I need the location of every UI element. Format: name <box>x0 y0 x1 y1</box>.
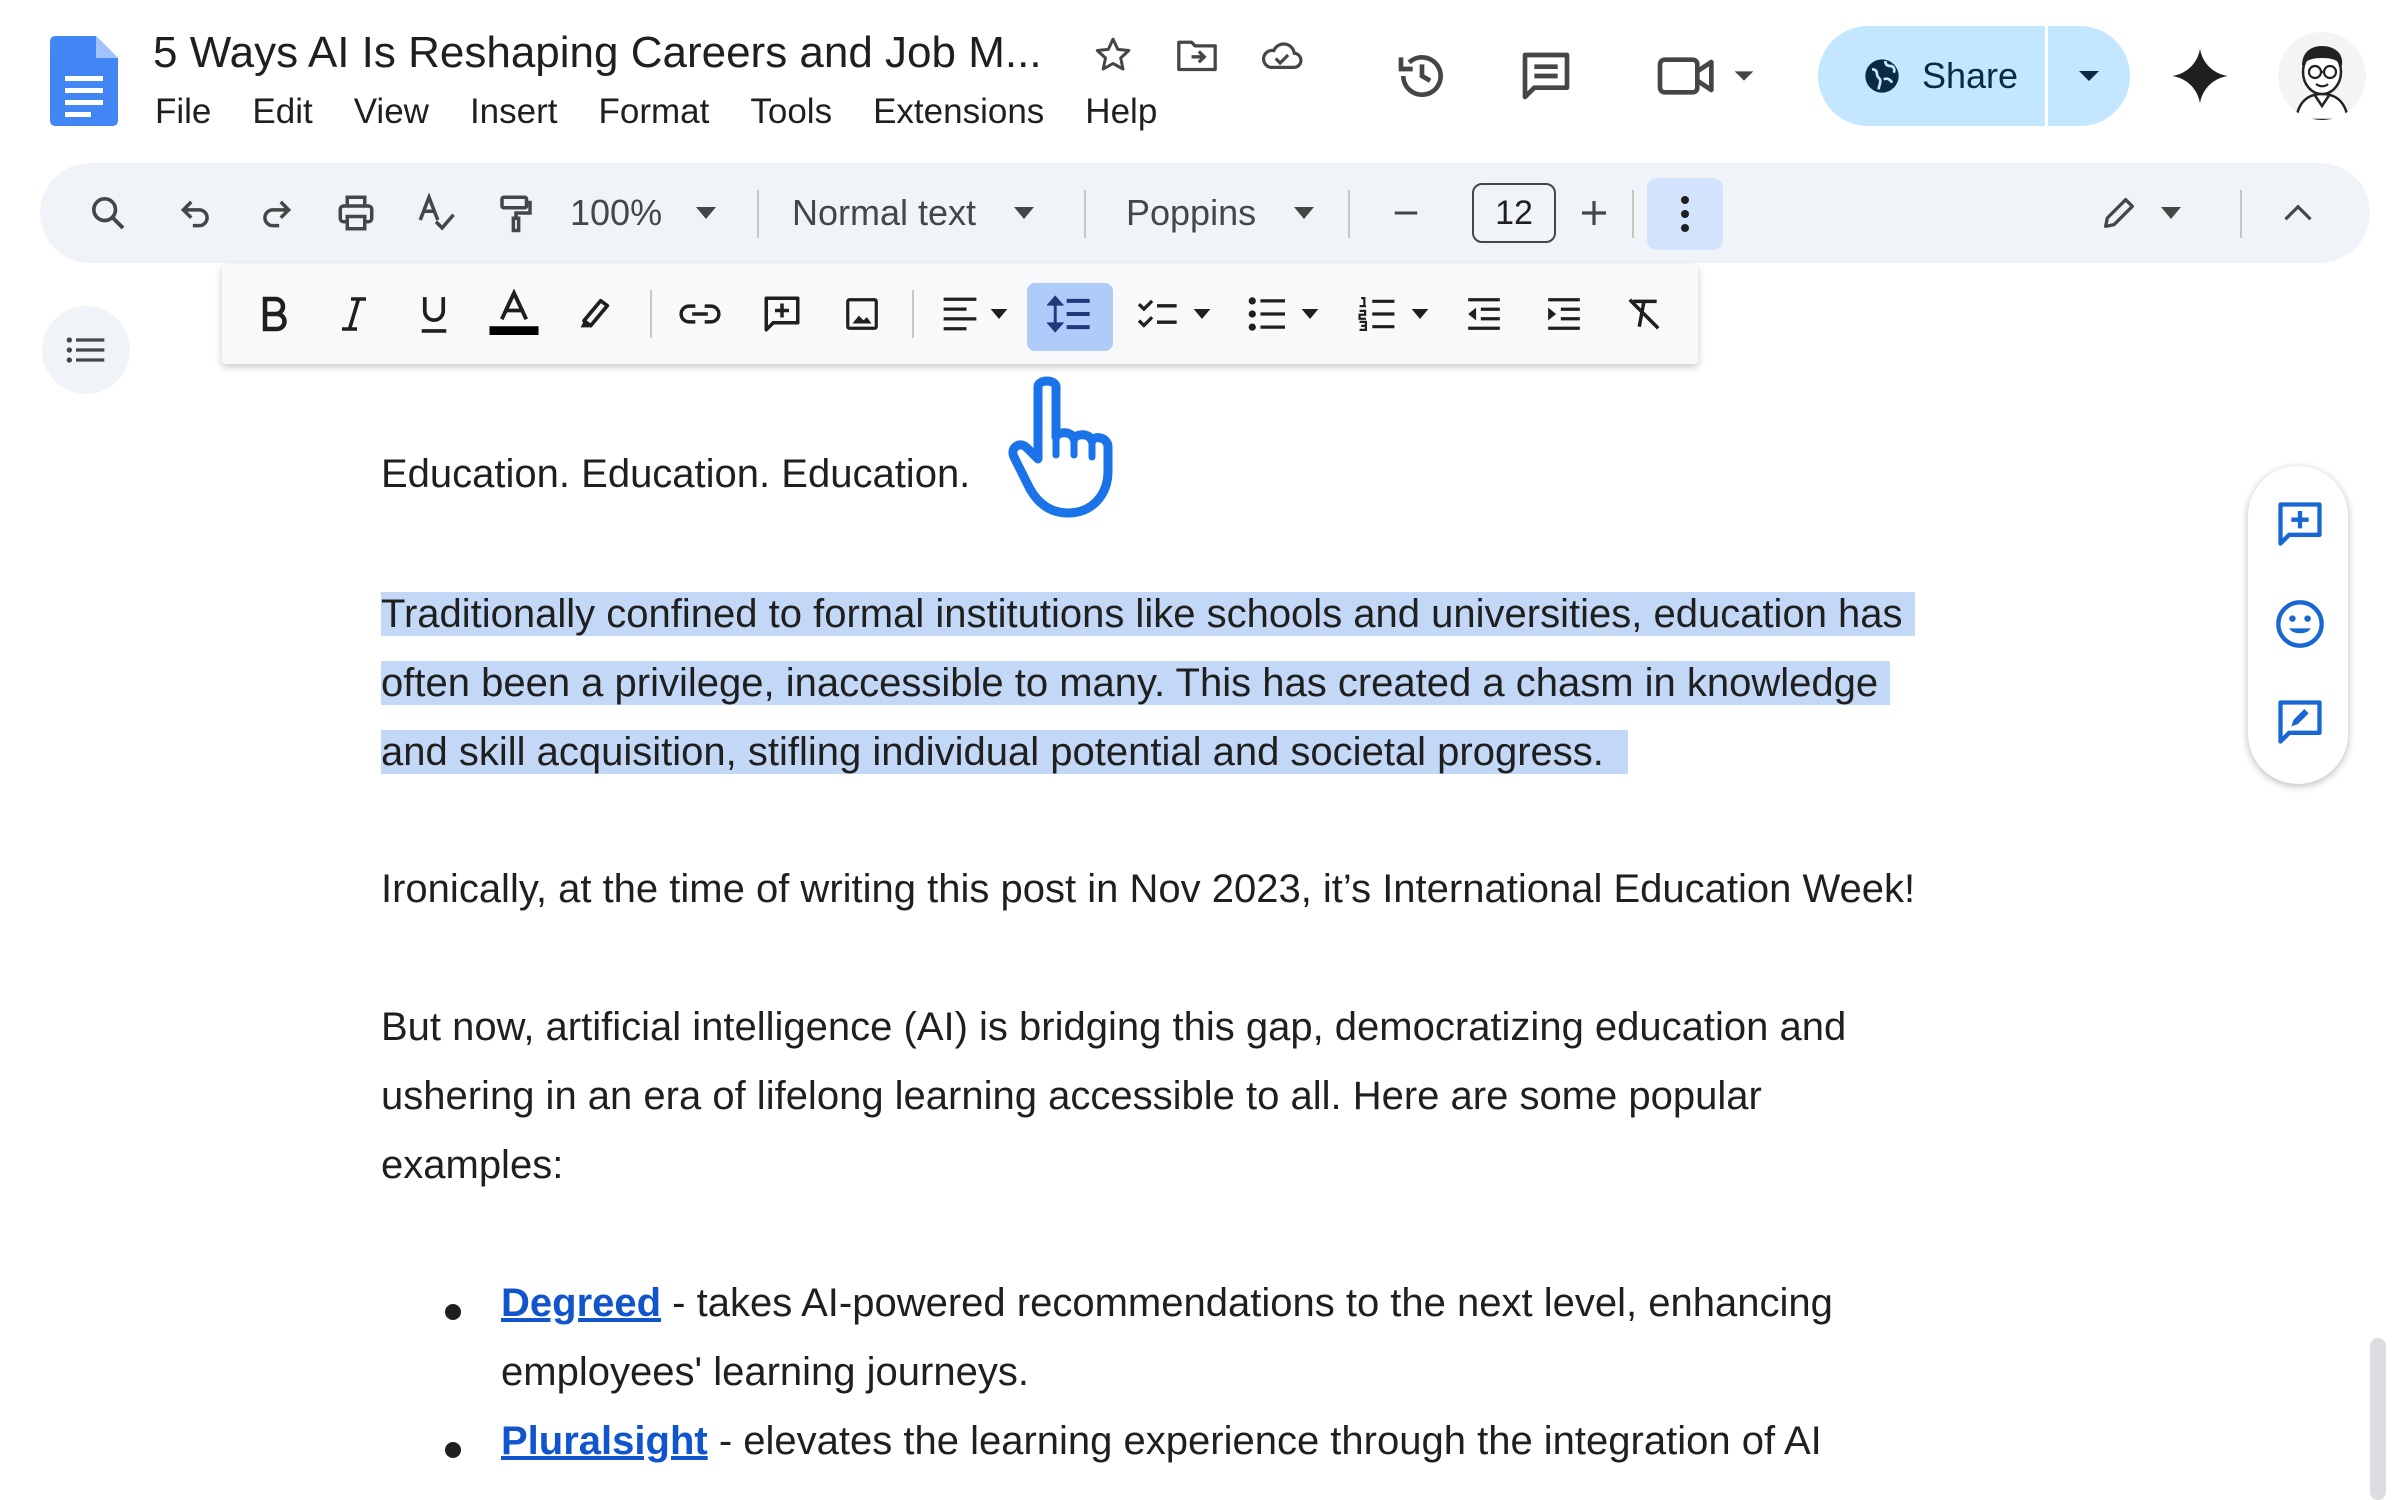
align-icon[interactable] <box>934 264 1014 364</box>
selected-paragraph: Traditionally confined to formal institu… <box>381 580 1915 787</box>
add-comment-icon[interactable] <box>756 264 808 364</box>
clear-formatting-icon[interactable] <box>1618 264 1670 364</box>
list-item-text: - elevates the learning experience throu… <box>707 1419 1822 1463</box>
chevron-down-icon <box>1014 207 1035 219</box>
meet-video-icon[interactable] <box>1654 46 1764 106</box>
bold-icon[interactable] <box>248 264 300 364</box>
font-select[interactable]: Poppins <box>1126 163 1356 263</box>
decrease-font-size-icon[interactable] <box>1380 163 1432 263</box>
globe-icon <box>1865 59 1899 93</box>
link-pluralsight[interactable]: Pluralsight <box>501 1419 708 1463</box>
suggest-edits-icon[interactable] <box>2274 696 2326 748</box>
paragraph-style-value: Normal text <box>792 192 977 233</box>
vertical-scrollbar-thumb[interactable] <box>2370 1338 2386 1500</box>
paint-format-icon[interactable] <box>490 163 542 263</box>
decrease-indent-icon[interactable] <box>1458 264 1510 364</box>
undo-icon[interactable] <box>170 163 222 263</box>
format-toolbar <box>222 264 1698 364</box>
chevron-down-icon <box>2161 207 2181 219</box>
share-label: Share <box>1922 55 2019 96</box>
more-options-icon[interactable] <box>1647 178 1723 250</box>
paragraph-line: Ironically, at the time of writing this … <box>381 867 1916 911</box>
highlight-icon[interactable] <box>568 264 620 364</box>
insert-image-icon[interactable] <box>836 264 888 364</box>
increase-font-size-icon[interactable] <box>1568 163 1620 263</box>
add-comment-side-icon[interactable] <box>2274 498 2326 550</box>
share-button[interactable]: Share <box>1818 26 2130 126</box>
list-item-text: employees' learning journeys. <box>501 1350 1029 1394</box>
document-title[interactable]: 5 Ways AI Is Reshaping Careers and Job M… <box>153 28 1042 78</box>
bulleted-list-icon[interactable] <box>1238 264 1328 364</box>
list-item: Pluralsight - elevates the learning expe… <box>501 1407 1822 1476</box>
spellcheck-icon[interactable] <box>410 163 462 263</box>
selected-line: often been a privilege, inaccessible to … <box>381 661 1891 705</box>
chevron-down-icon <box>1294 207 1315 219</box>
chevron-down-icon <box>990 309 1008 319</box>
numbered-list-icon[interactable] <box>1348 264 1438 364</box>
line-spacing-icon[interactable] <box>1044 264 1096 364</box>
text-color-icon[interactable] <box>484 264 544 364</box>
editing-mode-icon[interactable] <box>2090 163 2190 263</box>
print-icon[interactable] <box>330 163 382 263</box>
paragraph-line: But now, artificial intelligence (AI) is… <box>381 1005 1847 1049</box>
main-toolbar: 100% Normal text Poppins 12 <box>40 163 2370 263</box>
underline-icon[interactable] <box>408 264 460 364</box>
menu-tools[interactable]: Tools <box>750 92 832 132</box>
increase-indent-icon[interactable] <box>1538 264 1590 364</box>
italic-icon[interactable] <box>328 264 380 364</box>
menu-view[interactable]: View <box>354 92 429 132</box>
link-degreed[interactable]: Degreed <box>501 1281 661 1325</box>
font-size-input[interactable]: 12 <box>1472 183 1556 243</box>
redo-icon[interactable] <box>250 163 302 263</box>
outline-list-icon <box>66 337 105 363</box>
gemini-spark-icon[interactable] <box>2168 44 2232 108</box>
share-dropdown-icon[interactable] <box>2048 26 2130 126</box>
insert-link-icon[interactable] <box>674 264 726 364</box>
chevron-down-icon <box>696 207 717 219</box>
emoji-reaction-icon[interactable] <box>2274 598 2326 650</box>
star-icon[interactable] <box>1090 32 1136 78</box>
cloud-saved-icon[interactable] <box>1258 32 1304 78</box>
selected-line: Traditionally confined to formal institu… <box>381 592 1915 636</box>
bullet-point <box>445 1304 461 1320</box>
collapse-menus-icon[interactable] <box>2272 163 2324 263</box>
paragraph-line: ushering in an era of lifelong learning … <box>381 1074 1762 1118</box>
move-to-folder-icon[interactable] <box>1174 32 1220 78</box>
menu-extensions[interactable]: Extensions <box>873 92 1044 132</box>
chevron-down-icon <box>1193 309 1211 319</box>
font-value: Poppins <box>1126 192 1257 233</box>
chevron-down-icon <box>1411 309 1429 319</box>
menu-edit[interactable]: Edit <box>252 92 312 132</box>
side-actions-pane <box>2248 466 2348 784</box>
bullet-point <box>445 1442 461 1458</box>
hand-pointer-cursor-icon <box>1008 376 1113 518</box>
list-item: Degreed - takes AI-powered recommendatio… <box>501 1269 1833 1407</box>
menu-format[interactable]: Format <box>599 92 710 132</box>
comments-icon[interactable] <box>1516 46 1576 106</box>
paragraph-line: examples: <box>381 1143 564 1187</box>
menu-help[interactable]: Help <box>1085 92 1157 132</box>
selected-line: and skill acquisition, stifling individu… <box>381 730 1628 774</box>
zoom-value: 100% <box>570 192 663 233</box>
menu-file[interactable]: File <box>155 92 211 132</box>
user-avatar[interactable] <box>2278 32 2366 120</box>
paragraph: But now, artificial intelligence (AI) is… <box>381 993 1846 1200</box>
document-outline-button[interactable] <box>42 306 130 394</box>
list-item-text: - takes AI-powered recommendations to th… <box>661 1281 1833 1325</box>
version-history-icon[interactable] <box>1392 46 1452 106</box>
zoom-select[interactable]: 100% <box>570 163 720 263</box>
paragraph-heading-line: Education. Education. Education. <box>381 452 971 496</box>
docs-logo-icon[interactable] <box>50 36 118 126</box>
search-menus-icon[interactable] <box>82 163 134 263</box>
menu-insert[interactable]: Insert <box>470 92 558 132</box>
chevron-down-icon <box>1301 309 1319 319</box>
checklist-icon[interactable] <box>1128 264 1218 364</box>
paragraph-style-select[interactable]: Normal text <box>792 163 1042 263</box>
